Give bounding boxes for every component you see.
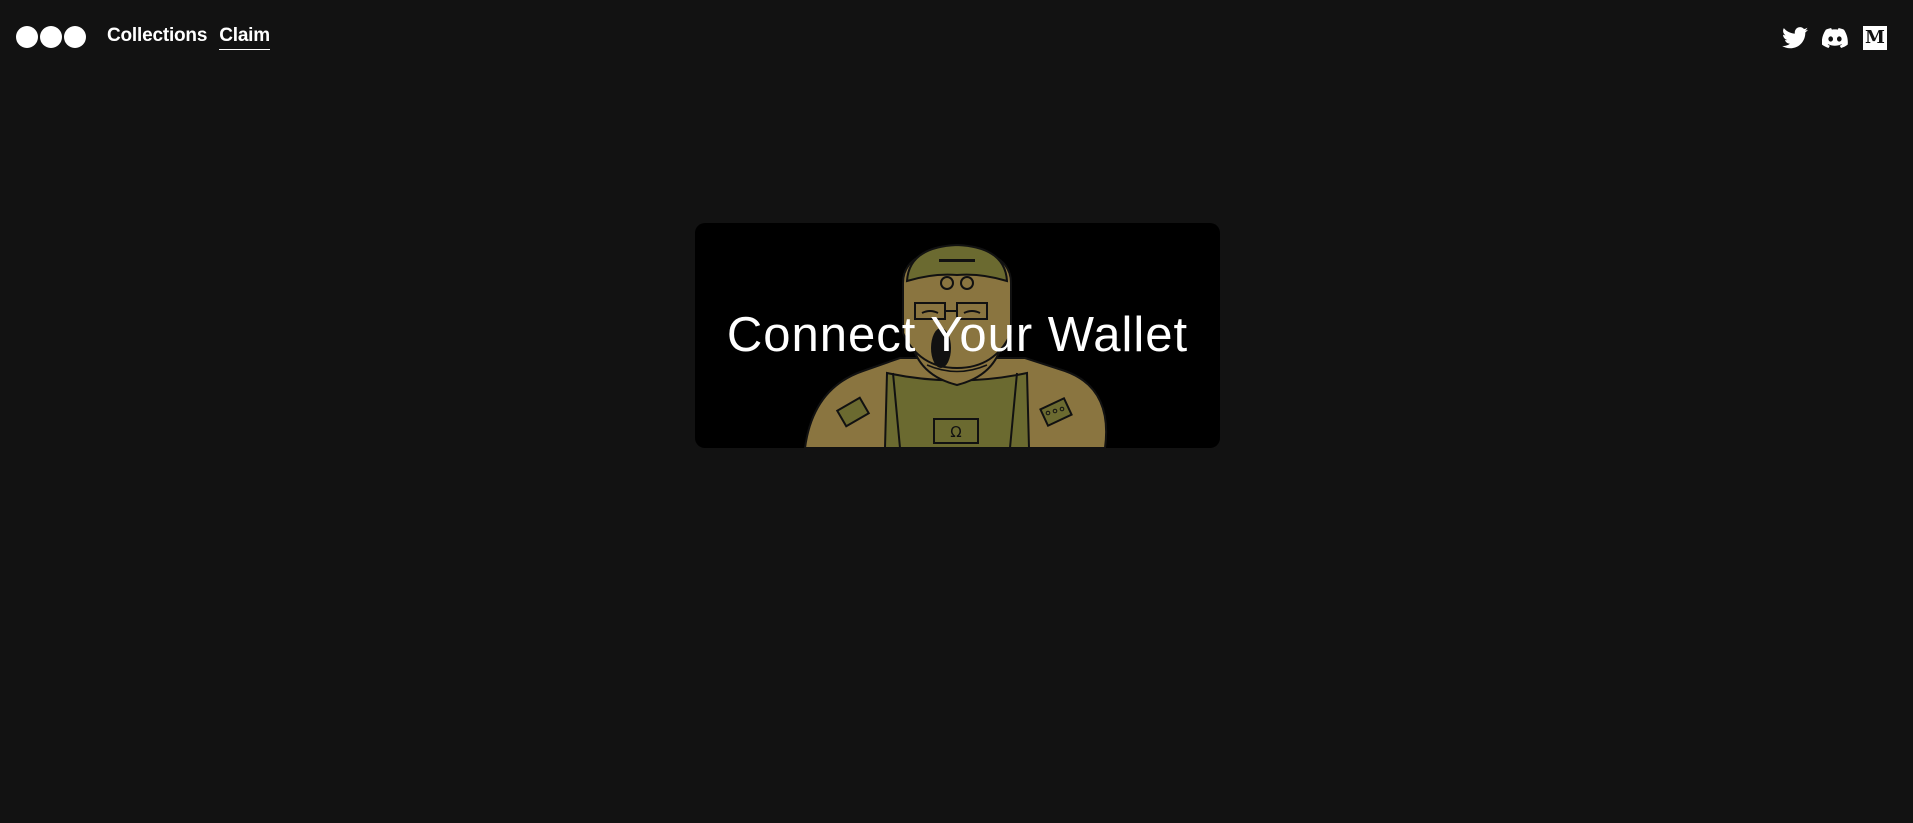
logo-dot-icon	[16, 26, 38, 48]
nav-link-claim[interactable]: Claim	[219, 25, 270, 50]
social-links: M	[1782, 25, 1888, 51]
logo-dot-icon	[64, 26, 86, 48]
twitter-icon[interactable]	[1782, 25, 1808, 51]
medium-glyph: M	[1863, 26, 1887, 50]
connect-wallet-title: Connect Your Wallet	[726, 308, 1189, 362]
chest-glyph: Ω	[950, 423, 961, 441]
main-nav: Collections Claim	[107, 25, 270, 50]
logo-dot-icon	[40, 26, 62, 48]
nav-link-collections[interactable]: Collections	[107, 25, 207, 50]
connect-wallet-card[interactable]: Ω Connect Your Wallet	[695, 223, 1220, 448]
top-navigation-bar: Collections Claim M	[0, 0, 1913, 76]
discord-icon[interactable]	[1822, 25, 1848, 51]
site-logo[interactable]	[16, 26, 86, 48]
medium-icon[interactable]: M	[1862, 25, 1888, 51]
